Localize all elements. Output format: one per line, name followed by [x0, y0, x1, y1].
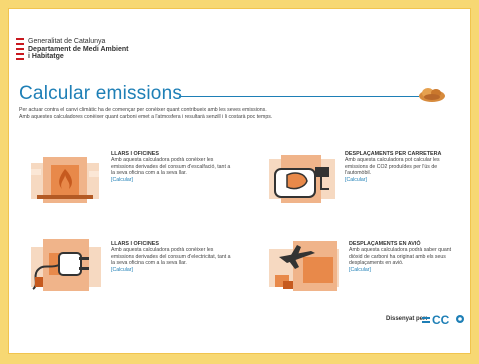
airplane-icon[interactable]: [265, 235, 343, 295]
fuel-pump-icon[interactable]: [265, 149, 341, 207]
card-description: Amb aquesta calculadora pot calcular les…: [345, 157, 440, 177]
flag-icon: [16, 38, 24, 60]
calcular-link[interactable]: [Calcular]: [111, 267, 231, 273]
card-flight: DESPLAÇAMENTS EN AVIÓ Amb aquesta calcul…: [265, 235, 465, 299]
page-panel: Generalitat de Catalunya Departament de …: [9, 9, 470, 353]
title-divider: [179, 96, 419, 97]
flame-icon[interactable]: [29, 149, 101, 207]
card-electricity: LLARS I OFICINES Amb aquesta calculadora…: [29, 235, 239, 299]
org-line-2: Departament de Medi Ambient: [28, 45, 129, 53]
card-road: DESPLAÇAMENTS PER CARRETERA Amb aquesta …: [265, 149, 465, 213]
calcular-link[interactable]: [Calcular]: [345, 177, 457, 183]
intro-line-2: Amb aquestes calculadores conèixer quant…: [19, 114, 273, 120]
generalitat-logo[interactable]: Generalitat de Catalunya Departament de …: [16, 38, 128, 61]
card-description: Amb aquesta calculadora podrà saber quan…: [349, 247, 452, 267]
calcular-link[interactable]: [Calcular]: [349, 267, 459, 273]
card-description: Amb aquesta calculadora podrà conèixer l…: [111, 247, 231, 267]
plug-icon[interactable]: [29, 235, 105, 295]
page-title: Calcular emissions: [19, 83, 183, 104]
designer-logo-text: CC: [432, 313, 450, 327]
intro-line-1: Per actuar contra el canvi climàtic ha d…: [19, 107, 267, 113]
intro-text: Per actuar contra el canvi climàtic ha d…: [19, 107, 459, 121]
org-line-3: i Habitatge: [28, 53, 64, 60]
cloud-icon: [419, 88, 445, 102]
card-description: Amb aquesta calculadora podrà conèixer l…: [111, 157, 231, 177]
card-heating: LLARS I OFICINES Amb aquesta calculadora…: [29, 149, 239, 209]
org-line-1: Generalitat de Catalunya: [28, 38, 106, 45]
org-name: Generalitat de Catalunya Departament de …: [28, 38, 128, 61]
designer-logo[interactable]: CC: [422, 311, 466, 327]
calcular-link[interactable]: [Calcular]: [111, 177, 231, 183]
